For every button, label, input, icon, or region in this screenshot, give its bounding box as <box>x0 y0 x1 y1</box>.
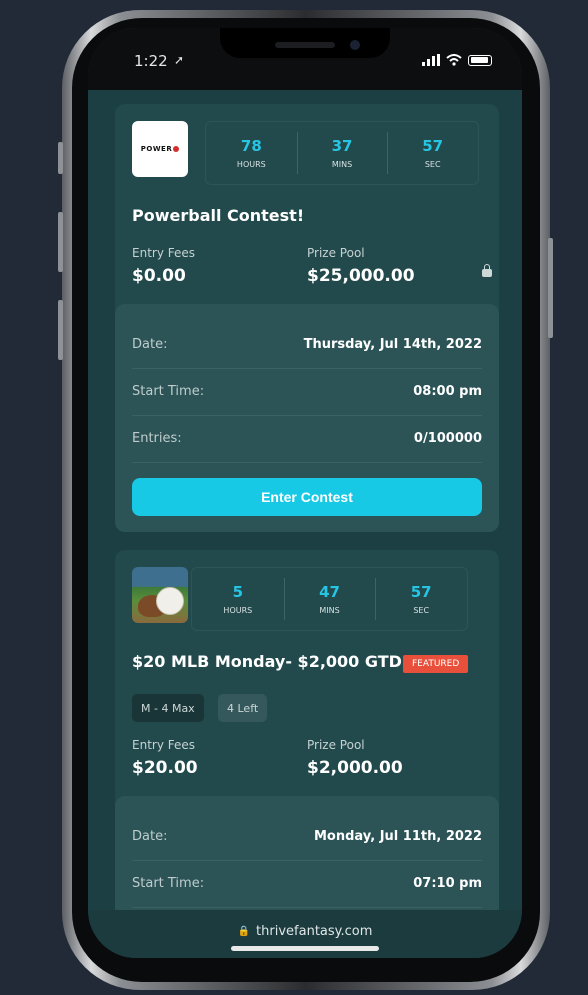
mins-value: 47 <box>319 583 340 601</box>
baseball-image <box>132 567 188 623</box>
prize-pool-label: Prize Pool <box>307 246 365 260</box>
featured-badge: FEATURED <box>403 655 469 673</box>
entries-label: Entries: <box>132 431 182 446</box>
sec-value: 57 <box>422 137 444 155</box>
start-time-value: 08:00 pm <box>413 384 482 399</box>
phone-screen: 1:22 ➚ POWER 78 HOURS 37 MINS 57 SEC Pow… <box>88 28 522 958</box>
hours-label: HOURS <box>223 606 253 615</box>
entries-value: 0/100000 <box>413 431 482 446</box>
mins-value: 37 <box>331 137 353 155</box>
baseball-shape <box>156 587 184 615</box>
powerball-logo: POWER <box>132 121 188 177</box>
signal-icon <box>422 54 440 66</box>
lock-icon[interactable] <box>482 264 492 277</box>
prize-pool-value: $25,000.00 <box>307 266 415 286</box>
status-icons <box>422 54 492 66</box>
start-time-label: Start Time: <box>132 876 205 891</box>
date-label: Date: <box>132 829 168 844</box>
volume-up-button <box>58 212 63 272</box>
location-arrow-icon: ➚ <box>174 53 185 67</box>
hours-value: 5 <box>232 583 244 601</box>
contest-card[interactable]: POWER 78 HOURS 37 MINS 57 SEC Powerball <box>115 104 499 532</box>
mins-label: MINS <box>331 160 353 169</box>
max-entries-pill: M - 4 Max <box>132 694 204 722</box>
hours-value: 78 <box>240 137 262 155</box>
sec-label: SEC <box>413 606 430 615</box>
countdown-timer: 78 HOURS 37 MINS 57 SEC <box>205 121 479 185</box>
start-time-label: Start Time: <box>132 384 205 399</box>
lock-icon: 🔒 <box>237 926 251 937</box>
timer-hours: 5 HOURS <box>192 568 284 630</box>
powerball-dot <box>173 146 180 152</box>
notch <box>220 28 390 58</box>
earpiece-speaker <box>275 42 335 48</box>
contest-title: Powerball Contest! <box>132 206 305 225</box>
sec-value: 57 <box>410 583 432 601</box>
entry-fees-label: Entry Fees <box>132 246 196 260</box>
entry-fees-label: Entry Fees <box>132 738 196 752</box>
logo-text: POWER <box>140 145 173 153</box>
timer-mins: 37 MINS <box>296 122 388 184</box>
entry-fees-value: $20.00 <box>132 758 198 778</box>
wifi-icon <box>446 54 462 66</box>
timer-hours: 78 HOURS <box>206 122 297 184</box>
contest-list[interactable]: POWER 78 HOURS 37 MINS 57 SEC Powerball <box>88 90 522 930</box>
start-time-value: 07:10 pm <box>413 876 482 891</box>
contest-card[interactable]: 5 HOURS 47 MINS 57 SEC $20 MLB Monday- $… <box>115 550 499 930</box>
detail-row-entries: Entries: 0/100000 <box>132 415 482 463</box>
status-time: 1:22 <box>134 52 168 70</box>
sec-label: SEC <box>424 160 441 169</box>
volume-down-button <box>58 300 63 360</box>
prize-pool-value: $2,000.00 <box>307 758 403 778</box>
date-value: Monday, Jul 11th, 2022 <box>313 829 482 844</box>
timer-mins: 47 MINS <box>283 568 376 630</box>
status-bar: 1:22 ➚ <box>88 28 522 90</box>
power-button <box>548 238 553 338</box>
mins-label: MINS <box>319 606 340 615</box>
entry-fees-value: $0.00 <box>132 266 186 286</box>
date-label: Date: <box>132 337 168 352</box>
url-text: thrivefantasy.com <box>256 924 373 939</box>
detail-row-start-time: Start Time: 08:00 pm <box>132 368 482 416</box>
spots-left-pill: 4 Left <box>218 694 268 722</box>
timer-sec: 57 SEC <box>387 122 478 184</box>
prize-pool-label: Prize Pool <box>307 738 365 752</box>
detail-row-date: Date: Monday, Jul 11th, 2022 <box>132 813 482 861</box>
detail-row-date: Date: Thursday, Jul 14th, 2022 <box>132 321 482 369</box>
battery-icon <box>468 54 492 66</box>
date-value: Thursday, Jul 14th, 2022 <box>303 337 482 352</box>
silent-switch <box>58 142 63 174</box>
contest-title: $20 MLB Monday- $2,000 GTD <box>132 652 402 671</box>
hours-label: HOURS <box>236 160 266 169</box>
timer-sec: 57 SEC <box>375 568 467 630</box>
powerball-wordmark: POWER <box>140 145 180 153</box>
contest-details: Date: Thursday, Jul 14th, 2022 Start Tim… <box>115 304 499 532</box>
countdown-timer: 5 HOURS 47 MINS 57 SEC <box>191 567 468 631</box>
home-indicator[interactable] <box>231 946 379 951</box>
detail-row-start-time: Start Time: 07:10 pm <box>132 860 482 908</box>
front-camera <box>350 40 360 50</box>
enter-contest-button[interactable]: Enter Contest <box>132 478 482 516</box>
